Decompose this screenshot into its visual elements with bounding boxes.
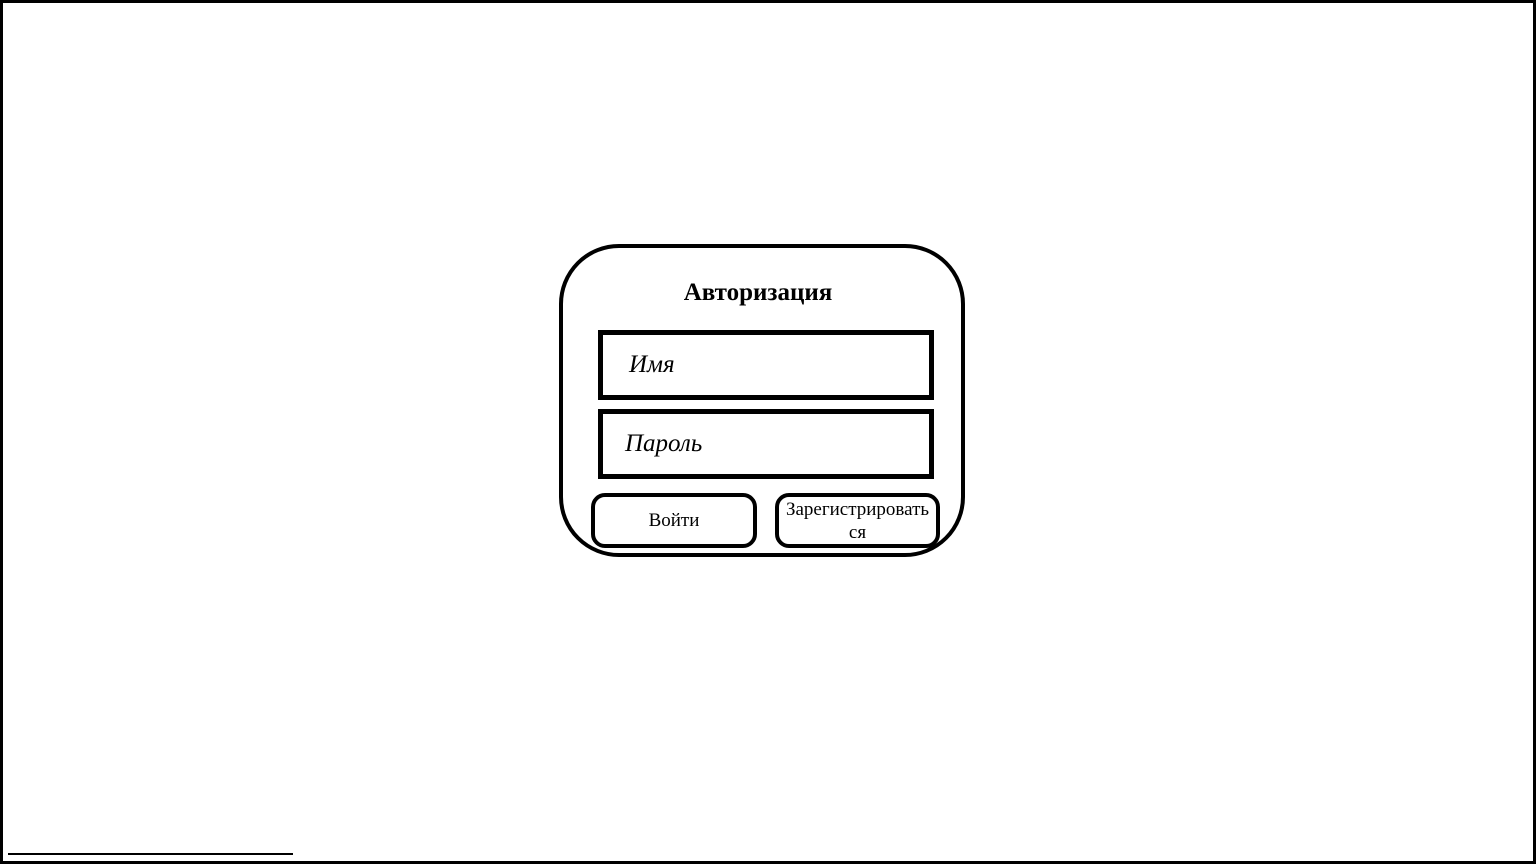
password-field-placeholder: Пароль [625, 430, 703, 457]
name-field-placeholder: Имя [629, 351, 675, 378]
register-button[interactable]: Зарегистрироваться [775, 493, 940, 548]
login-button[interactable]: Войти [591, 493, 757, 548]
register-button-label: Зарегистрироваться [785, 498, 930, 543]
bottom-divider [8, 853, 293, 855]
auth-card: Авторизация Имя Пароль Войти Зарегистрир… [559, 244, 965, 557]
auth-title: Авторизация [683, 279, 833, 306]
login-button-label: Войти [648, 509, 700, 531]
name-field[interactable]: Имя [598, 330, 934, 400]
password-field[interactable]: Пароль [598, 409, 934, 479]
